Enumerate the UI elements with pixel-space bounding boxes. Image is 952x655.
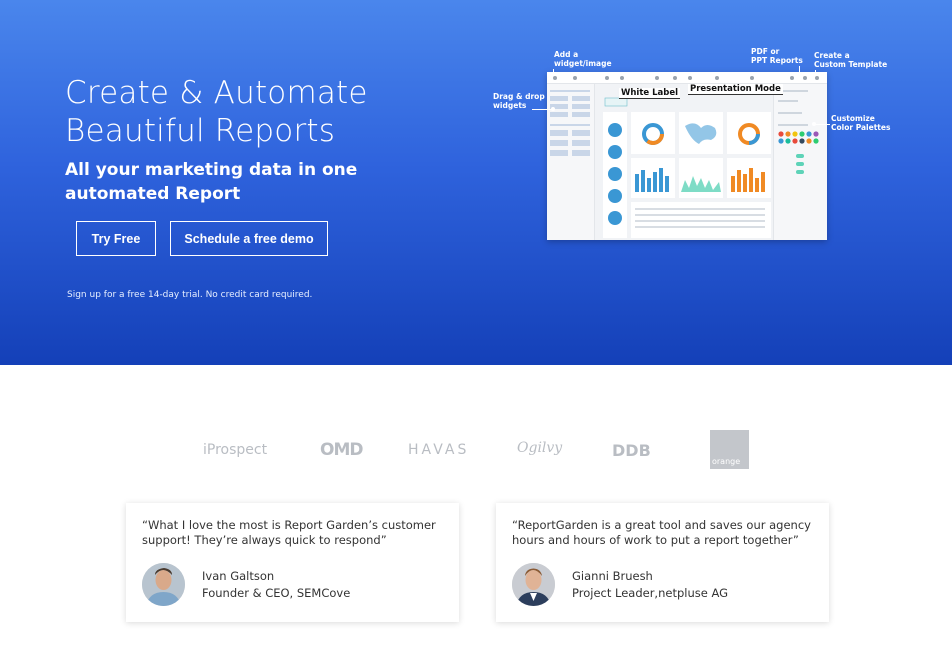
logo-orange: orange — [710, 430, 749, 469]
testimonial-quote: “What I love the most is Report Garden’s… — [142, 518, 436, 547]
testimonial-quote: “ReportGarden is a great tool and saves … — [512, 518, 811, 547]
logo-havas: HAVAS — [408, 442, 470, 458]
annotation-customize-colors: Customize Color Palettes — [831, 114, 891, 132]
hero-title-line-2: Beautiful Reports — [65, 113, 336, 149]
product-screenshot — [547, 72, 827, 240]
annotation-line — [553, 69, 554, 75]
callout-presentation-mode: Presentation Mode — [688, 84, 783, 95]
trial-note: Sign up for a free 14-day trial. No cred… — [67, 290, 313, 300]
avatar — [512, 563, 555, 606]
logo-ddb: DDB — [612, 441, 651, 460]
mock-report-widgets — [603, 97, 771, 238]
mock-color-palettes — [778, 90, 819, 174]
person-role: Founder & CEO, SEMCove — [202, 586, 351, 600]
try-free-button[interactable]: Try Free — [76, 221, 156, 256]
annotation-drag-drop: Drag & drop widgets — [493, 92, 545, 110]
person-role: Project Leader,netpluse AG — [572, 586, 729, 600]
hero-section: Create & Automate Beautiful Reports All … — [0, 0, 952, 365]
person-name: Ivan Galtson — [202, 569, 275, 583]
hero-title-line-1: Create & Automate — [65, 75, 368, 111]
annotation-line — [815, 70, 816, 75]
callout-white-label: White Label — [619, 88, 681, 99]
hero-title: Create & Automate Beautiful Reports — [65, 74, 425, 150]
annotation-line — [532, 109, 552, 110]
annotation-create-template: Create a Custom Template — [814, 51, 888, 69]
annotation-pdf-ppt: PDF or PPT Reports — [751, 47, 803, 65]
annotation-line — [799, 66, 800, 74]
testimonial-card: “ReportGarden is a great tool and saves … — [496, 503, 829, 622]
annotation-dot — [812, 122, 816, 126]
person-name: Gianni Bruesh — [572, 569, 653, 583]
hero-subtitle: All your marketing data in one automated… — [65, 160, 358, 204]
schedule-demo-button[interactable]: Schedule a free demo — [170, 221, 328, 256]
annotation-line — [814, 124, 830, 125]
mock-report-canvas — [595, 84, 773, 240]
logo-iprospect: iProspect — [203, 442, 268, 458]
mock-style-panel — [773, 84, 827, 240]
testimonial-card: “What I love the most is Report Garden’s… — [126, 503, 459, 622]
person-photo-icon — [512, 563, 555, 606]
annotation-add-widget: Add a widget/image — [554, 50, 612, 68]
logo-omd: OMD — [320, 440, 363, 460]
person-photo-icon — [142, 563, 185, 606]
annotation-dot — [551, 107, 555, 111]
mock-toolbar — [547, 72, 827, 84]
avatar — [142, 563, 185, 606]
logo-ogilvy: Ogilvy — [517, 440, 563, 456]
